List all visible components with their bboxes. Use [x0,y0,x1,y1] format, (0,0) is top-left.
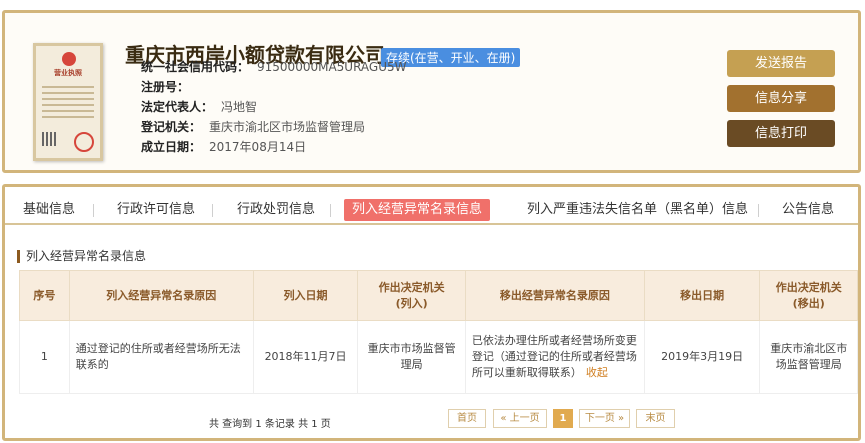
current-page-button[interactable]: 1 [553,409,573,428]
info-established-date: 成立日期： 2017年08月14日 [141,140,307,154]
col-header-org-in: 作出决定机关 (列入) [357,270,466,321]
abnormal-list-table: 序号 列入经营异常名录原因 列入日期 作出决定机关 (列入) 移出经营异常名录原… [19,270,858,394]
tab-admin-penalty[interactable]: 行政处罚信息 [237,199,315,221]
tab-abnormal-operation[interactable]: 列入经营异常名录信息 [344,199,491,221]
tab-blacklist[interactable]: 列入严重违法失信名单（黑名单）信息 [527,199,748,221]
section-title: 列入经营异常名录信息 [17,250,146,263]
company-header-card: 营业执照 重庆市西岸小额贷款有限公司 存续(在营、开业、在册) 统一社会信用代码… [2,10,861,173]
info-registration-no: 注册号： [141,80,190,94]
first-page-button[interactable]: 首页 [448,409,486,428]
cell-reason-in: 通过登记的住所或者经营场所无法联系的 [68,320,254,394]
share-info-button[interactable]: 信息分享 [727,85,835,112]
tab-basic-info[interactable]: 基础信息 [23,199,75,221]
info-credit-code: 统一社会信用代码： 91500000MA5URAGU5W [141,60,407,74]
collapse-link[interactable]: 收起 [586,366,608,379]
info-legal-representative: 法定代表人： 冯地智 [141,100,258,114]
last-page-button[interactable]: 末页 [636,409,675,428]
table-header-row: 序号 列入经营异常名录原因 列入日期 作出决定机关 (列入) 移出经营异常名录原… [19,270,858,321]
cell-date-in: 2018年11月7日 [252,320,359,394]
col-header-date-in: 列入日期 [252,270,359,321]
national-emblem-icon [62,52,76,66]
cell-org-out: 重庆市渝北区市场监督管理局 [759,320,858,394]
qr-code-icon [42,132,56,146]
print-info-button[interactable]: 信息打印 [727,120,835,147]
cell-no: 1 [19,320,70,394]
cell-reason-out: 已依法办理住所或者经营场所变更登记（通过登记的住所或者经营场所可以重新取得联系）… [464,320,645,394]
table-row: 1 通过登记的住所或者经营场所无法联系的 2018年11月7日 重庆市市场监督管… [19,320,858,394]
col-header-reason-out: 移出经营异常名录原因 [464,270,645,321]
cell-date-out: 2019年3月19日 [643,320,761,394]
col-header-reason-in: 列入经营异常名录原因 [68,270,254,321]
info-registration-authority: 登记机关： 重庆市渝北区市场监督管理局 [141,120,366,134]
prev-page-button[interactable]: « 上一页 [493,409,547,428]
tab-admin-license[interactable]: 行政许可信息 [117,199,195,221]
cell-org-in: 重庆市市场监督管理局 [357,320,466,394]
col-header-org-out: 作出决定机关 (移出) [759,270,858,321]
send-report-button[interactable]: 发送报告 [727,50,835,77]
pagination-summary: 共 查询到 1 条记录 共 1 页 [209,419,331,430]
col-header-date-out: 移出日期 [643,270,761,321]
seal-stamp-icon [74,132,94,152]
tab-bar: 基础信息 行政许可信息 行政处罚信息 列入经营异常名录信息 列入严重违法失信名单… [5,195,858,225]
business-license-image: 营业执照 [33,43,103,161]
next-page-button[interactable]: 下一页 » [579,409,630,428]
detail-panel: 基础信息 行政许可信息 行政处罚信息 列入经营异常名录信息 列入严重违法失信名单… [2,184,861,441]
license-title: 营业执照 [54,69,82,77]
col-header-no: 序号 [19,270,70,321]
tab-announcements[interactable]: 公告信息 [782,199,834,221]
